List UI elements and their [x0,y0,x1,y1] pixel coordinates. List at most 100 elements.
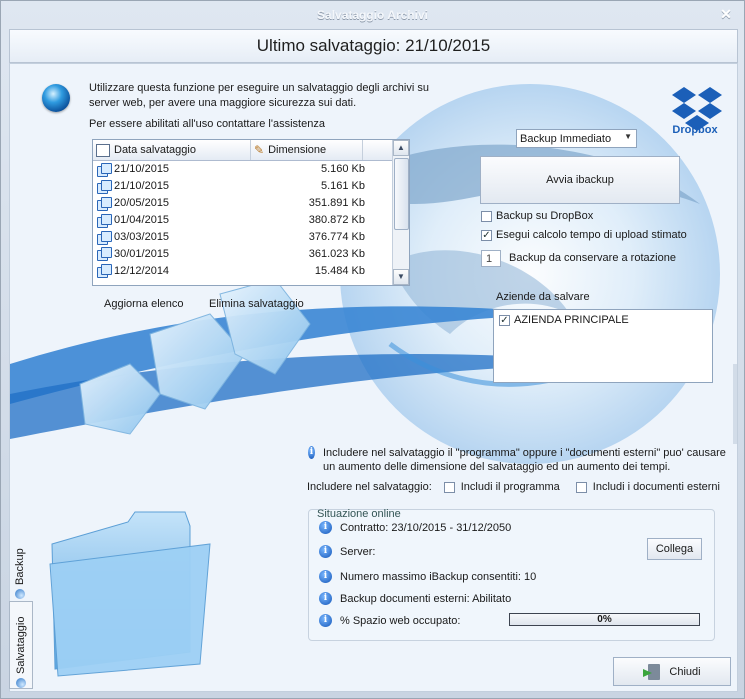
info-icon: i [319,545,332,558]
row-date: 21/10/2015 [114,180,170,193]
exit-icon [643,663,661,680]
row-date: 01/04/2015 [114,214,170,227]
list-header: Data salvataggio ✎ Dimensione [93,140,409,161]
list-rows: 21/10/2015 5.160 Kb 21/10/2015 5.161 Kb 20… [93,161,392,279]
tab-salvataggio-label: Salvataggio [15,616,27,675]
tab-salvataggio[interactable]: Salvataggio [9,601,33,689]
include-label: Includere nel salvataggio: [307,481,432,493]
window-title: Salvataggio Archivi [317,8,428,22]
rotation-count-input[interactable]: 1 [481,250,501,267]
space-label: % Spazio web occupato: [340,614,461,627]
checkbox-checked[interactable]: ✓ [481,229,492,241]
main-window: Salvataggio Archivi ✕ Ultimo salvataggio… [0,0,745,699]
row-date: 03/03/2015 [114,231,170,243]
server-row: i Server: [319,545,375,558]
row-size: 376.774 Kb [308,231,365,243]
companies-list[interactable]: ✓ AZIENDA PRINCIPALE [493,309,713,383]
pencil-icon: ✎ [254,143,265,157]
database-icon [97,213,112,228]
start-backup-label: Avvia ibackup [546,174,614,186]
companies-label: Aziende da salvare [496,291,590,303]
row-size: 351.891 Kb [308,197,365,210]
database-icon [97,162,112,177]
include-warning: i Includere nel salvataggio il "programm… [308,446,728,474]
close-button[interactable]: Chiudi [613,657,731,686]
table-row[interactable]: 12/12/2014 15.484 Kb [93,262,392,279]
warning-text: Includere nel salvataggio il "programma"… [322,447,726,473]
calendar-icon [96,143,110,157]
rotation-label: Backup da conservare a rotazione [509,252,676,264]
database-icon [97,179,112,194]
backup-mode-select[interactable]: Backup Immediato ▼ [516,129,637,148]
backup-tab-icon [15,589,25,599]
contract-row: i Contratto: 23/10/2015 - 31/12/2050 [319,521,511,534]
external-docs-text: Backup documenti esterni: Abilitato [340,592,512,605]
online-status-group: Situazione online i Contratto: 23/10/201… [308,508,715,641]
column-size[interactable]: ✎ Dimensione [251,140,363,160]
table-row[interactable]: 21/10/2015 5.160 Kb [93,161,392,178]
scroll-thumb[interactable] [394,158,409,230]
refresh-list-button[interactable]: Aggiorna elenco [104,298,184,310]
database-icon [97,247,112,262]
table-row[interactable]: 20/05/2015 351.891 Kb [93,195,392,212]
database-icon [97,264,112,279]
include-program-checkbox[interactable] [443,481,455,493]
start-backup-button[interactable]: Avvia ibackup [480,156,680,204]
row-date: 21/10/2015 [114,163,170,176]
list-item[interactable]: ✓ AZIENDA PRINCIPALE [499,314,629,326]
title-bar: Salvataggio Archivi ✕ [1,1,744,29]
include-options: Includere nel salvataggio: Includi il pr… [307,481,720,493]
max-backups-text: Numero massimo iBackup consentiti: 10 [340,570,537,583]
row-size: 361.023 Kb [308,247,365,260]
delete-backup-button[interactable]: Elimina salvataggio [209,298,304,310]
company-name: AZIENDA PRINCIPALE [514,314,629,326]
backup-list[interactable]: Data salvataggio ✎ Dimensione 21/10/2015… [92,139,410,286]
salvataggio-tab-icon [16,678,26,688]
side-tabs: Backup Salvataggio [9,537,33,689]
chevron-down-icon: ▼ [624,132,632,141]
contact-text: Per essere abilitati all'uso contattare … [89,118,325,130]
close-icon[interactable]: ✕ [718,6,734,22]
row-date: 20/05/2015 [114,197,170,210]
list-scrollbar[interactable]: ▲ ▼ [392,140,409,285]
space-percent: 0% [597,614,612,625]
row-date: 30/01/2015 [114,247,170,260]
external-docs-row: i Backup documenti esterni: Abilitato [319,592,511,605]
row-size: 15.484 Kb [314,264,365,277]
tab-backup[interactable]: Backup [9,537,31,599]
checkbox-checked[interactable]: ✓ [499,314,510,326]
info-icon: i [319,570,332,583]
checkbox-box[interactable] [481,210,492,222]
upload-estimate-checkbox[interactable]: ✓ Esegui calcolo tempo di upload stimato [481,229,687,241]
info-icon: i [308,446,315,459]
database-icon [97,196,112,211]
row-size: 5.160 Kb [320,163,365,176]
include-external-docs-checkbox[interactable] [575,481,587,493]
row-date: 12/12/2014 [114,264,170,277]
dropbox-backup-checkbox[interactable]: Backup su DropBox [481,210,593,222]
globe-icon [42,84,70,112]
panel-splitter[interactable] [733,364,737,444]
connect-label: Collega [655,543,694,555]
row-size: 380.872 Kb [308,214,365,227]
row-size: 5.161 Kb [320,180,365,193]
dropbox-label: Dropbox [672,124,718,136]
include-external-docs-label: Includi i documenti esterni [592,481,720,493]
table-row[interactable]: 03/03/2015 376.774 Kb [93,229,392,246]
table-row[interactable]: 21/10/2015 5.161 Kb [93,178,392,195]
info-icon: i [319,592,332,605]
backup-mode-value: Backup Immediato [520,132,612,145]
table-row[interactable]: 01/04/2015 380.872 Kb [93,212,392,229]
last-backup-title: Ultimo salvataggio: 21/10/2015 [256,36,491,55]
table-row[interactable]: 30/01/2015 361.023 Kb [93,245,392,262]
scroll-up-icon[interactable]: ▲ [393,140,409,156]
scroll-down-icon[interactable]: ▼ [393,269,409,285]
upload-estimate-label: Esegui calcolo tempo di upload stimato [496,229,687,241]
dropbox-backup-label: Backup su DropBox [496,210,594,222]
intro-text: Utilizzare questa funzione per eseguire … [89,82,429,109]
connect-button[interactable]: Collega [647,538,702,560]
info-icon: i [319,521,332,534]
column-size-label: Dimensione [268,144,327,156]
column-date[interactable]: Data salvataggio [93,140,251,160]
online-status-title: Situazione online [317,508,401,520]
